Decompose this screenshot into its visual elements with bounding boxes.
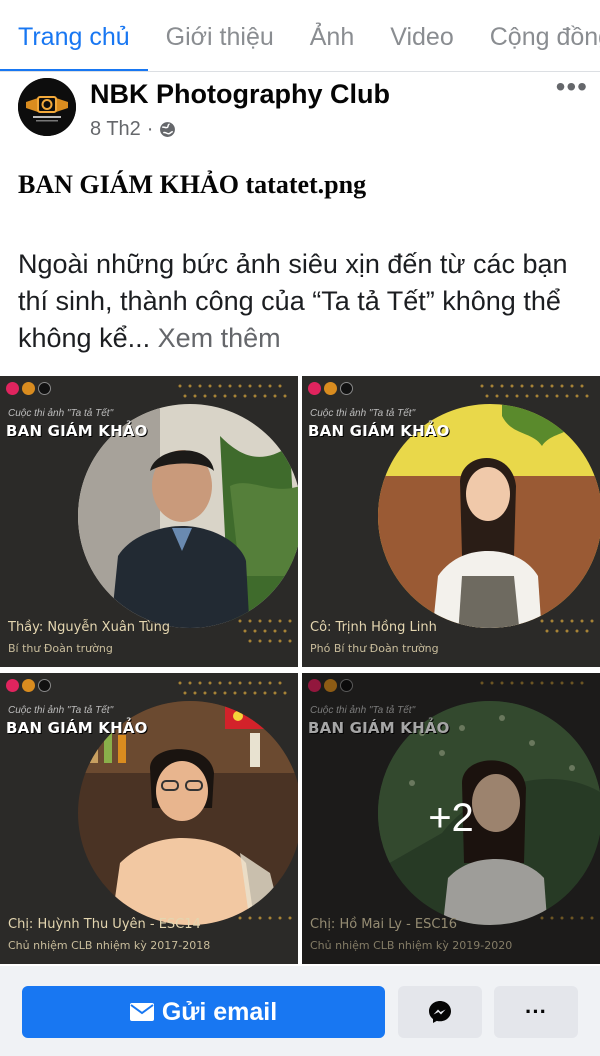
photo-grid: Cuộc thi ảnh "Ta tả Tết" BAN GIÁM KHẢO T… xyxy=(0,376,600,966)
union-logo-icon xyxy=(308,382,321,395)
youth-logo-icon xyxy=(22,679,35,692)
page-tabs: Trang chủ Giới thiệu Ảnh Video Cộng đồng xyxy=(0,0,600,72)
more-photos-count[interactable]: +2 xyxy=(302,673,600,964)
club-logo-icon xyxy=(340,382,353,395)
post-title: BAN GIÁM KHẢO tatatet.png xyxy=(18,170,367,199)
page-name[interactable]: NBK Photography Club xyxy=(90,79,390,110)
photo-tile[interactable]: Cuộc thi ảnh "Ta tả Tết" BAN GIÁM KHẢO T… xyxy=(0,376,298,667)
meta-separator: · xyxy=(146,118,154,140)
club-logo-icon xyxy=(38,679,51,692)
camera-logo-icon xyxy=(18,78,76,136)
judge-name: Thầy: Nguyễn Xuân Tùng xyxy=(8,620,171,635)
tab-videos[interactable]: Video xyxy=(372,0,472,71)
globe-icon xyxy=(160,122,176,137)
send-email-label: Gửi email xyxy=(161,997,278,1026)
mail-icon xyxy=(129,1003,154,1021)
more-actions-button[interactable]: ··· xyxy=(494,986,578,1038)
post-meta: 8 Th2 · xyxy=(90,118,176,141)
messenger-button[interactable] xyxy=(398,986,482,1038)
post-options-icon[interactable]: ••• xyxy=(556,73,588,101)
sponsor-logos xyxy=(6,679,51,692)
judge-role: Bí thư Đoàn trường xyxy=(8,642,113,655)
union-logo-icon xyxy=(6,382,19,395)
judge-name: Chị: Huỳnh Thu Uyên - ESC14 xyxy=(8,917,201,932)
post-date[interactable]: 8 Th2 xyxy=(90,118,141,141)
tab-photos[interactable]: Ảnh xyxy=(292,0,372,71)
photo-tile-more[interactable]: Cuộc thi ảnh "Ta tả Tết" BAN GIÁM KHẢO C… xyxy=(302,673,600,964)
youth-logo-icon xyxy=(22,382,35,395)
photo-tile[interactable]: Cuộc thi ảnh "Ta tả Tết" BAN GIÁM KHẢO C… xyxy=(0,673,298,964)
union-logo-icon xyxy=(6,679,19,692)
post-body: Ngoài những bức ảnh siêu xịn đến từ các … xyxy=(18,246,588,357)
judge-role: Phó Bí thư Đoàn trường xyxy=(310,642,439,655)
see-more-link[interactable]: Xem thêm xyxy=(158,323,281,353)
page-avatar[interactable] xyxy=(18,78,76,136)
send-email-button[interactable]: Gửi email xyxy=(22,986,385,1038)
jury-heading: BAN GIÁM KHẢO xyxy=(6,422,148,440)
judge-role: Chủ nhiệm CLB nhiệm kỳ 2017-2018 xyxy=(8,939,211,952)
contest-label: Cuộc thi ảnh "Ta tả Tết" xyxy=(8,408,114,419)
jury-heading: BAN GIÁM KHẢO xyxy=(308,422,450,440)
tab-about[interactable]: Giới thiệu xyxy=(148,0,292,71)
action-bar: Gửi email ··· xyxy=(0,966,600,1056)
post-header: NBK Photography Club 8 Th2 · ••• xyxy=(18,73,588,148)
sponsor-logos xyxy=(308,382,353,395)
tab-community[interactable]: Cộng đồng xyxy=(472,0,600,71)
tab-home[interactable]: Trang chủ xyxy=(0,0,148,71)
youth-logo-icon xyxy=(324,382,337,395)
judge-name: Cô: Trịnh Hồng Linh xyxy=(310,620,437,635)
jury-heading: BAN GIÁM KHẢO xyxy=(6,719,148,737)
post-body-text: Ngoài những bức ảnh siêu xịn đến từ các … xyxy=(18,249,568,353)
messenger-icon xyxy=(429,1001,451,1023)
sponsor-logos xyxy=(6,382,51,395)
contest-label: Cuộc thi ảnh "Ta tả Tết" xyxy=(8,705,114,716)
photo-tile[interactable]: Cuộc thi ảnh "Ta tả Tết" BAN GIÁM KHẢO C… xyxy=(302,376,600,667)
contest-label: Cuộc thi ảnh "Ta tả Tết" xyxy=(310,408,416,419)
club-logo-icon xyxy=(38,382,51,395)
